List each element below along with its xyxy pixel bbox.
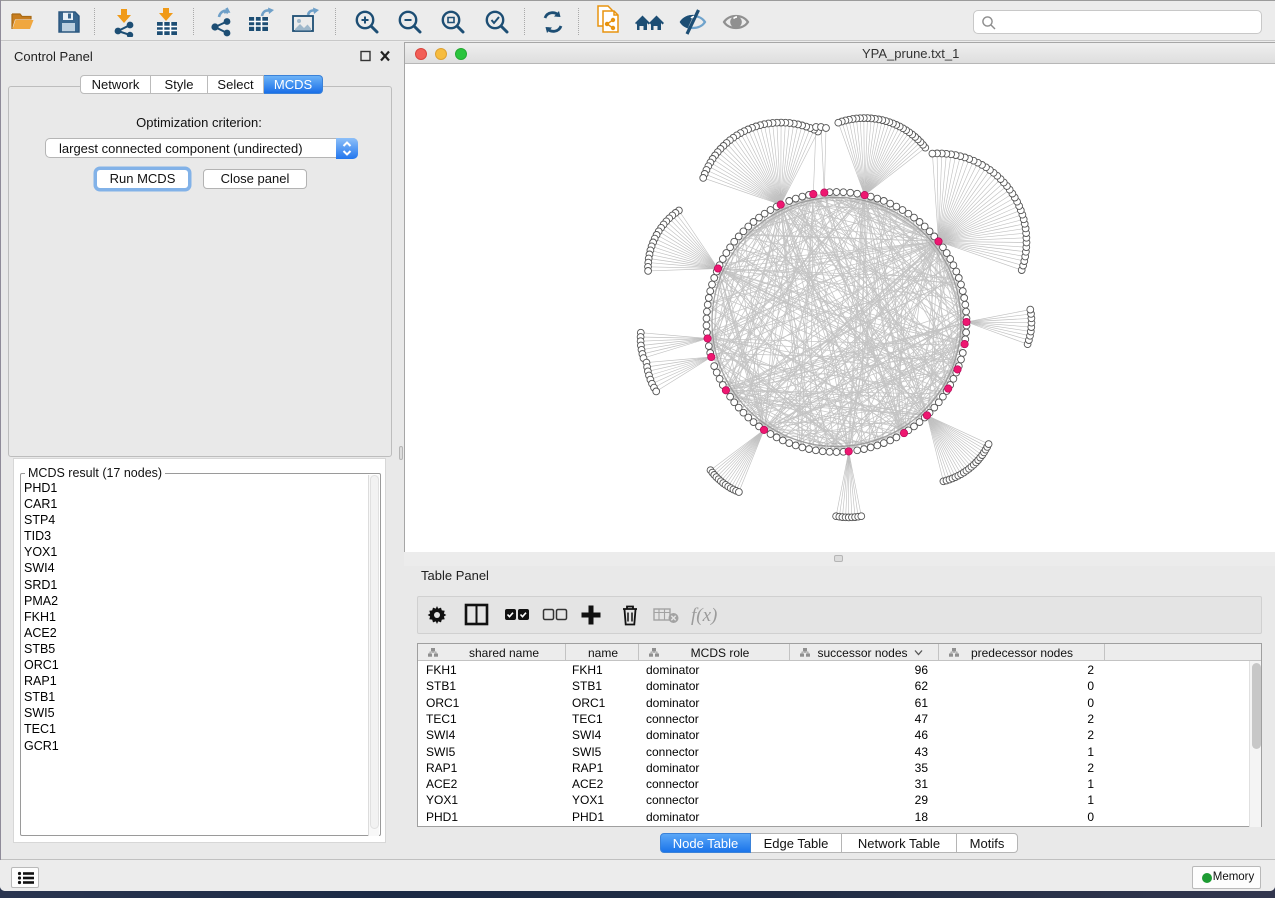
svg-text:f(x): f(x) bbox=[691, 605, 717, 626]
